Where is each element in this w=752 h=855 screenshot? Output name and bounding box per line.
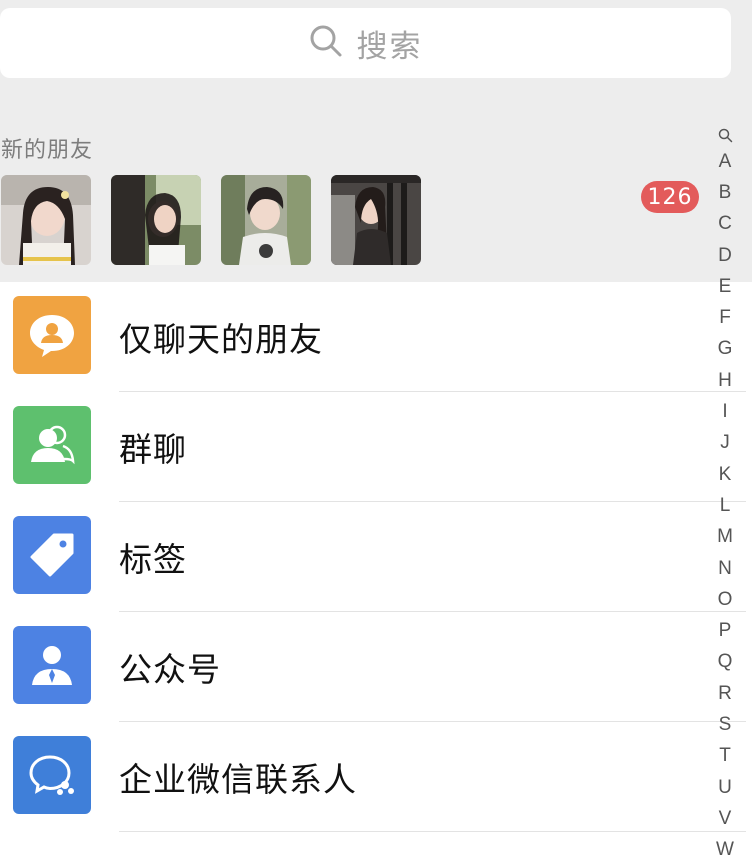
index-letter-v[interactable]: V (712, 803, 738, 834)
index-letter-d[interactable]: D (712, 240, 738, 271)
group-chat-icon (13, 406, 91, 484)
index-letter-j[interactable]: J (712, 428, 738, 459)
header-area: 搜索 新的朋友 126 (0, 0, 752, 282)
new-friend-avatar-4[interactable] (331, 175, 421, 265)
work-contacts-icon (13, 736, 91, 814)
list-item-official-accounts[interactable]: 公众号 (0, 612, 752, 722)
tag-icon (13, 516, 91, 594)
divider (119, 831, 746, 832)
index-letter-e[interactable]: E (712, 271, 738, 302)
search-icon (309, 24, 357, 62)
new-friend-avatar-1[interactable] (1, 175, 91, 265)
new-friends-count-badge: 126 (641, 181, 699, 213)
index-letter-l[interactable]: L (712, 490, 738, 521)
index-letter-r[interactable]: R (712, 678, 738, 709)
index-letter-b[interactable]: B (712, 177, 738, 208)
list-item-work-contacts[interactable]: 企业微信联系人 (0, 722, 752, 832)
index-letter-c[interactable]: C (712, 209, 738, 240)
index-search-icon[interactable] (712, 124, 738, 146)
list-item-label: 企业微信联系人 (119, 760, 357, 799)
index-letter-i[interactable]: I (712, 396, 738, 427)
list-item-label: 群聊 (119, 430, 187, 469)
index-letter-w[interactable]: W (712, 835, 738, 855)
contacts-screen: 搜索 新的朋友 126 仅聊天的朋友 群聊 标签 公众号 企业微信联系人 A B… (0, 0, 752, 855)
alphabet-index[interactable]: ABCDEFGHIJKLMNOPQRSTUVW (712, 124, 738, 855)
index-letter-f[interactable]: F (712, 302, 738, 333)
new-friend-avatar-3[interactable] (221, 175, 311, 265)
list-item-label: 标签 (119, 540, 187, 579)
official-account-icon (13, 626, 91, 704)
index-letter-k[interactable]: K (712, 459, 738, 490)
index-letter-t[interactable]: T (712, 741, 738, 772)
index-letter-h[interactable]: H (712, 365, 738, 396)
index-letter-p[interactable]: P (712, 615, 738, 646)
list-item-group-chat[interactable]: 群聊 (0, 392, 752, 502)
index-letter-u[interactable]: U (712, 772, 738, 803)
list-item-chat-only-friends[interactable]: 仅聊天的朋友 (0, 282, 752, 392)
index-letter-q[interactable]: Q (712, 647, 738, 678)
search-placeholder: 搜索 (356, 28, 423, 65)
index-letter-g[interactable]: G (712, 334, 738, 365)
new-friends-title: 新的朋友 (1, 138, 94, 163)
alphabet-letters: ABCDEFGHIJKLMNOPQRSTUVW (712, 146, 738, 855)
new-friend-avatar-2[interactable] (111, 175, 201, 265)
list-item-tags[interactable]: 标签 (0, 502, 752, 612)
index-letter-o[interactable]: O (712, 584, 738, 615)
search-bar[interactable]: 搜索 (0, 8, 731, 78)
index-letter-n[interactable]: N (712, 553, 738, 584)
list-item-label: 公众号 (119, 650, 221, 689)
index-letter-a[interactable]: A (712, 146, 738, 177)
index-letter-s[interactable]: S (712, 709, 738, 740)
list-item-label: 仅聊天的朋友 (119, 320, 323, 359)
chat-only-friends-icon (13, 296, 91, 374)
index-letter-m[interactable]: M (712, 522, 738, 553)
